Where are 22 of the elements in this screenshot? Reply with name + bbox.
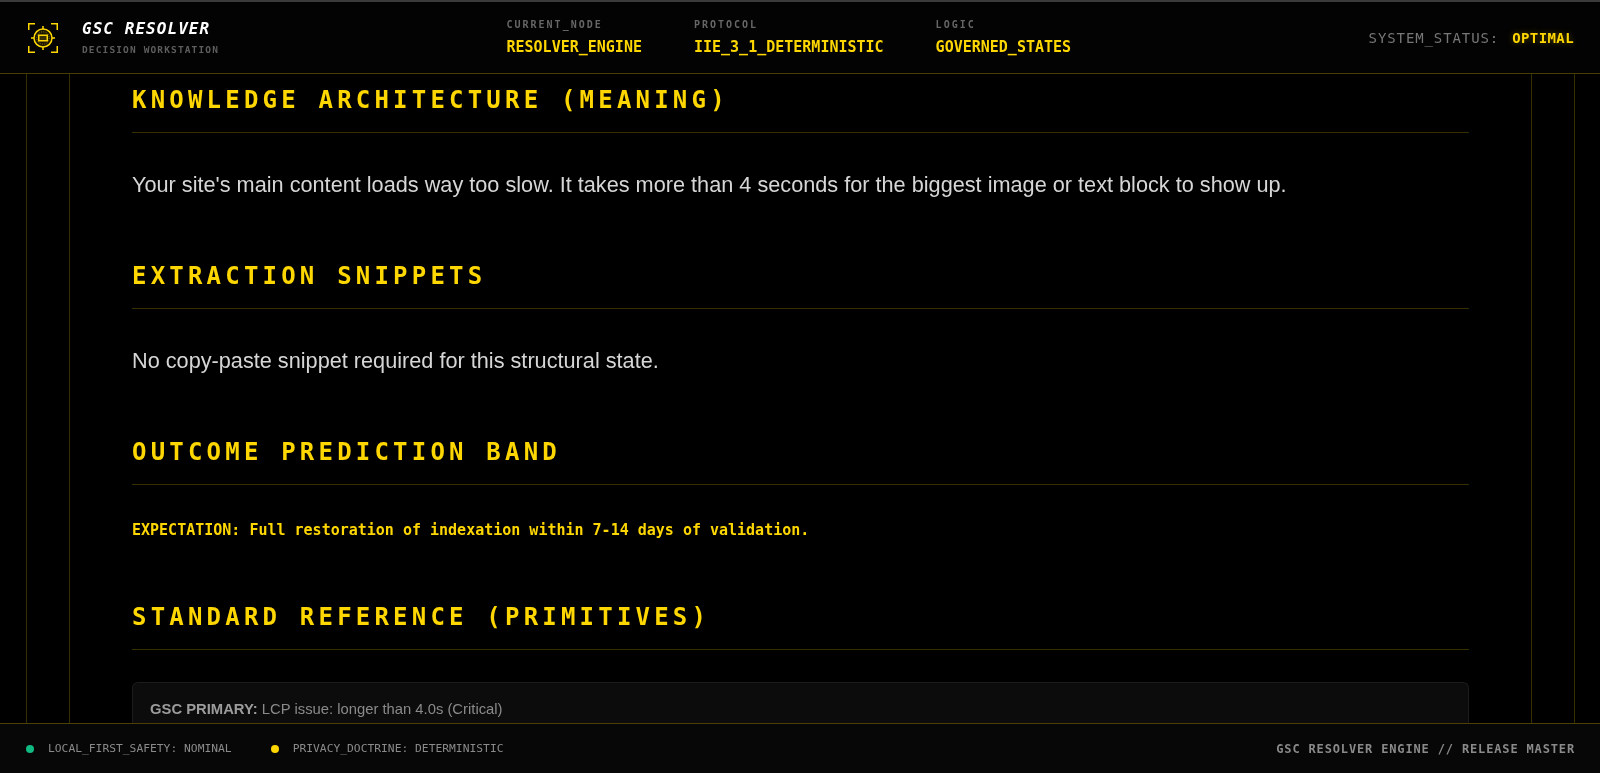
meta-label: PROTOCOL [693,18,760,31]
app-title: GSC RESOLVER [82,19,212,39]
indicator-text: LOCAL_FIRST_SAFETY: NOMINAL [48,740,232,757]
release-text: GSC RESOLVER ENGINE // RELEASE MASTER [1276,740,1575,757]
indicator-text: PRIVACY_DOCTRINE: DETERMINISTIC [292,740,504,757]
app-subtitle: DECISION WORKSTATION [82,44,219,56]
logo-icon [28,22,58,53]
section-heading: KNOWLEDGE ARCHITECTURE (MEANING) [132,86,1469,133]
status-value: OPTIMAL [1512,28,1574,48]
meta-value: GOVERNED_STATES [935,36,1072,57]
section-text: Your site's main content loads way too slow. It takes more than 4 seconds for the biggest image or text block to show up. [132,171,1288,199]
section-heading: OUTCOME PREDICTION BAND [132,438,1469,485]
status-label: SYSTEM_STATUS: [1368,28,1500,48]
section-text: No copy-paste snippet required for this structural state. [132,347,660,375]
meta-label: LOGIC [935,18,977,31]
meta-label: CURRENT_NODE [506,18,604,31]
section-heading: STANDARD REFERENCE (PRIMITIVES) [132,603,1469,650]
card-text: GSC PRIMARY: LCP issue: longer than 4.0s (Critical) [150,700,503,719]
expectation-text: EXPECTATION: Full restoration of indexation within 7-14 days of validation. [132,520,811,541]
meta-value: IIE_3_1_DETERMINISTIC [693,36,884,57]
section-heading: EXTRACTION SNIPPETS [132,262,1469,309]
meta-value: RESOLVER_ENGINE [506,36,642,57]
